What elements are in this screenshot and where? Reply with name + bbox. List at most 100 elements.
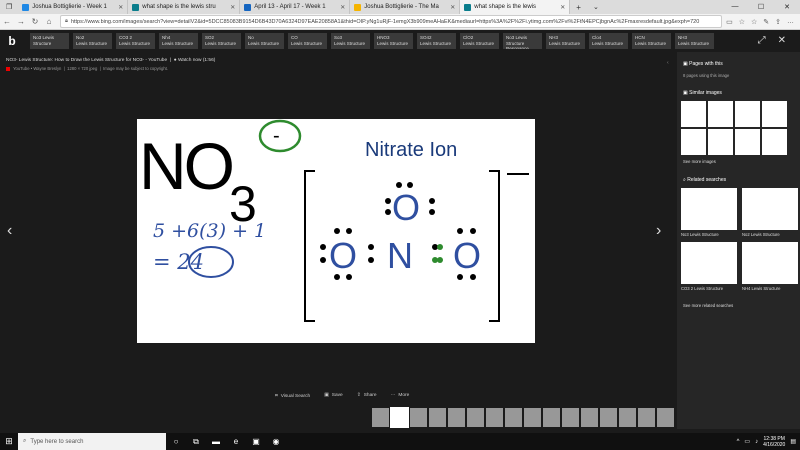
filmstrip-thumb[interactable] bbox=[543, 408, 560, 427]
filmstrip-thumb[interactable] bbox=[448, 408, 465, 427]
tab-menu-icon[interactable]: ⌄ bbox=[587, 3, 605, 11]
close-icon[interactable]: ✕ bbox=[778, 35, 786, 46]
edge-icon[interactable]: e bbox=[226, 437, 246, 446]
tray-up-icon[interactable]: ^ bbox=[737, 439, 740, 445]
filmstrip-thumb[interactable] bbox=[505, 408, 522, 427]
network-icon[interactable]: ▭ bbox=[744, 438, 750, 445]
cortana-icon[interactable]: ○ bbox=[166, 437, 186, 446]
related-search-chip[interactable]: Clo4 Lewis Structure bbox=[589, 33, 628, 49]
related-search-card[interactable]: No2 Lewis Structure bbox=[742, 188, 798, 238]
refresh-icon[interactable]: ↻ bbox=[28, 17, 42, 26]
related-search-card[interactable]: No3 Lewis Structure bbox=[681, 188, 737, 238]
similar-image-thumb[interactable] bbox=[735, 129, 760, 155]
store-icon[interactable]: ▣ bbox=[246, 437, 266, 446]
url-field[interactable]: 🔒︎ https://www.bing.com/images/search?vi… bbox=[60, 15, 723, 28]
related-search-card[interactable]: CO3 2 Lewis Structure bbox=[681, 242, 737, 292]
main-image[interactable]: NO 3 - Nitrate Ion 5 +6(3) + 1 = 24 O O … bbox=[137, 119, 535, 343]
similar-image-thumb[interactable] bbox=[762, 129, 787, 155]
bing-logo[interactable]: b bbox=[0, 34, 24, 48]
related-search-chip[interactable]: No3 Lewis Structure Resonance bbox=[503, 33, 542, 49]
more-button[interactable]: ⋯ More bbox=[391, 393, 410, 399]
related-search-card[interactable]: NH4 Lewis Structure bbox=[742, 242, 798, 292]
close-icon[interactable]: ✕ bbox=[227, 4, 235, 11]
similar-image-thumb[interactable] bbox=[681, 101, 706, 127]
volume-icon[interactable]: ♪ bbox=[755, 439, 758, 445]
favorite-star-icon[interactable]: ☆ bbox=[739, 18, 745, 26]
similar-image-thumb[interactable] bbox=[708, 101, 733, 127]
watch-now-link[interactable]: Watch now (1:56) bbox=[178, 58, 215, 63]
taskbar-search[interactable]: ⌕ Type here to search bbox=[18, 433, 166, 450]
filmstrip-thumb-selected[interactable] bbox=[390, 407, 409, 428]
visual-search-button[interactable]: ⌗ Visual Search bbox=[275, 393, 310, 399]
tab-2[interactable]: what shape is the lewis stru ✕ bbox=[128, 0, 241, 14]
similar-image-thumb[interactable] bbox=[681, 129, 706, 155]
windows-start-icon[interactable]: ⊞ bbox=[0, 436, 18, 447]
notes-icon[interactable]: ✎ bbox=[763, 18, 769, 26]
close-window-icon[interactable]: ✕ bbox=[774, 3, 800, 11]
tab-3[interactable]: April 13 - April 17 - Week 1 ✕ bbox=[240, 0, 351, 14]
favorites-icon[interactable]: ☆ bbox=[751, 18, 757, 26]
related-search-chip[interactable]: NH3 Lewis Structure bbox=[546, 33, 585, 49]
related-search-chip[interactable]: SO42 Lewis Structure bbox=[417, 33, 456, 49]
close-icon[interactable]: ✕ bbox=[337, 4, 345, 11]
related-search-chip[interactable]: Nh4 Lewis Structure bbox=[159, 33, 198, 49]
task-view-icon[interactable]: ⧉ bbox=[186, 437, 206, 447]
similar-image-thumb[interactable] bbox=[708, 129, 733, 155]
close-icon[interactable]: ✕ bbox=[115, 4, 123, 11]
minimize-icon[interactable]: — bbox=[722, 3, 748, 11]
notifications-icon[interactable]: ▤ bbox=[790, 438, 796, 445]
filmstrip-thumb[interactable] bbox=[562, 408, 579, 427]
similar-image-thumb[interactable] bbox=[735, 101, 760, 127]
filmstrip-thumb[interactable] bbox=[372, 408, 389, 427]
related-search-chip[interactable]: CO Lewis Structure bbox=[288, 33, 327, 49]
related-search-chip[interactable]: HCN Lewis Structure bbox=[632, 33, 671, 49]
filmstrip-thumb[interactable] bbox=[524, 408, 541, 427]
clock[interactable]: 12:38 PM 4/16/2020 bbox=[763, 436, 785, 448]
maximize-icon[interactable]: ☐ bbox=[748, 3, 774, 11]
tab-list-icon[interactable]: ❐ bbox=[0, 3, 18, 11]
see-more-images-link[interactable]: See more images bbox=[683, 159, 716, 164]
tab-5-active[interactable]: what shape is the lewis ✕ bbox=[460, 0, 571, 14]
source-name[interactable]: YouTube bbox=[13, 66, 29, 71]
panel-scroll-up-icon[interactable]: ‹ bbox=[667, 60, 669, 66]
related-search-chip[interactable]: HNO3 Lewis Structure bbox=[374, 33, 413, 49]
related-search-chip[interactable]: No Lewis Structure bbox=[245, 33, 284, 49]
related-search-chip[interactable]: No2 Lewis Structure bbox=[73, 33, 112, 49]
reading-view-icon[interactable]: ▭ bbox=[726, 18, 733, 26]
tab-4[interactable]: Joshua Bottiglierie - The Ma ✕ bbox=[350, 0, 461, 14]
related-search-chip[interactable]: No3 Lewis Structure bbox=[30, 33, 69, 49]
pages-with-this-heading[interactable]: ▣ Pages with this bbox=[683, 61, 723, 67]
more-icon[interactable]: … bbox=[787, 18, 794, 26]
back-icon[interactable]: ← bbox=[0, 17, 14, 26]
filmstrip-thumb[interactable] bbox=[486, 408, 503, 427]
new-tab-button[interactable]: + bbox=[570, 3, 587, 12]
filmstrip-thumb[interactable] bbox=[657, 408, 674, 427]
related-search-chip[interactable]: ClO2 Lewis Structure bbox=[460, 33, 499, 49]
filmstrip-thumb[interactable] bbox=[638, 408, 655, 427]
filmstrip-thumb[interactable] bbox=[467, 408, 484, 427]
chrome-icon[interactable]: ◉ bbox=[266, 437, 286, 446]
similar-image-thumb[interactable] bbox=[762, 101, 787, 127]
related-search-chip[interactable]: So3 Lewis Structure bbox=[331, 33, 370, 49]
save-button[interactable]: ▣ Save bbox=[324, 393, 342, 399]
related-search-chip[interactable]: CO3 2 Lewis Structure bbox=[116, 33, 155, 49]
expand-icon[interactable]: ⤢ bbox=[758, 35, 766, 46]
share-icon[interactable]: ⇪ bbox=[775, 18, 781, 26]
close-icon[interactable]: ✕ bbox=[557, 4, 565, 11]
file-explorer-icon[interactable]: ▬ bbox=[206, 437, 226, 446]
filmstrip-thumb[interactable] bbox=[581, 408, 598, 427]
tab-1[interactable]: Joshua Bottiglierie - Week 1 ✕ bbox=[18, 0, 129, 14]
forward-icon[interactable]: → bbox=[14, 17, 28, 26]
home-icon[interactable]: ⌂ bbox=[42, 17, 56, 26]
see-more-related-link[interactable]: See more related searches bbox=[683, 303, 733, 308]
previous-arrow-icon[interactable]: ‹ bbox=[7, 222, 12, 240]
image-title-link[interactable]: NO3- Lewis Structure: How to Draw the Le… bbox=[6, 58, 167, 63]
related-search-chip[interactable]: NH3 Lewis Structure bbox=[675, 33, 714, 49]
filmstrip-thumb[interactable] bbox=[410, 408, 427, 427]
share-button[interactable]: ⇪ Share bbox=[357, 393, 377, 399]
next-arrow-icon[interactable]: › bbox=[656, 222, 661, 240]
close-icon[interactable]: ✕ bbox=[447, 4, 455, 11]
filmstrip-thumb[interactable] bbox=[429, 408, 446, 427]
related-search-chip[interactable]: SO2 Lewis Structure bbox=[202, 33, 241, 49]
filmstrip-thumb[interactable] bbox=[600, 408, 617, 427]
